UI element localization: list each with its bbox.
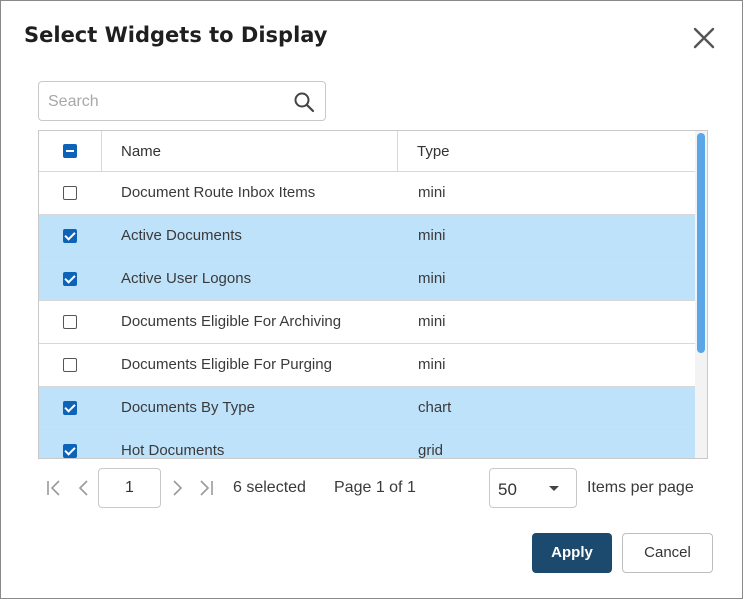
dialog-title: Select Widgets to Display [24, 23, 328, 47]
grid-header: Name Type [39, 131, 695, 172]
row-checkbox[interactable] [63, 272, 77, 286]
row-type: chart [418, 399, 452, 416]
widgets-grid: Name Type Document Route Inbox Items mini… [38, 130, 708, 459]
close-icon[interactable] [691, 25, 717, 51]
row-checkbox[interactable] [63, 315, 77, 329]
table-row[interactable]: Documents Eligible For Archiving mini [39, 301, 695, 344]
row-type: grid [418, 442, 444, 459]
row-type: mini [418, 356, 446, 373]
last-page-icon[interactable] [196, 478, 216, 498]
row-checkbox[interactable] [63, 358, 77, 372]
table-row[interactable]: Documents Eligible For Purging mini [39, 344, 695, 387]
table-row[interactable]: Active User Logons mini [39, 258, 695, 301]
select-all-checkbox[interactable] [63, 144, 77, 158]
first-page-icon[interactable] [44, 478, 64, 498]
row-checkbox[interactable] [63, 229, 77, 243]
page-number-input[interactable] [99, 469, 160, 507]
next-page-icon[interactable] [167, 478, 187, 498]
previous-page-icon[interactable] [74, 478, 94, 498]
selected-count: 6 selected [233, 479, 306, 496]
search-input[interactable] [46, 90, 285, 114]
row-type: mini [418, 313, 446, 330]
search-box [38, 81, 326, 121]
apply-button[interactable]: Apply [532, 533, 612, 573]
row-type: mini [418, 184, 446, 201]
scrollbar-thumb[interactable] [697, 133, 705, 353]
search-icon[interactable] [293, 91, 315, 113]
column-header-type-label: Type [417, 143, 450, 160]
row-name: Hot Documents [121, 442, 225, 459]
row-name: Active Documents [121, 227, 242, 244]
items-per-page-value: 50 [498, 480, 517, 499]
page-number-box [98, 468, 161, 508]
row-checkbox[interactable] [63, 444, 77, 458]
row-type: mini [418, 270, 446, 287]
page-info: Page 1 of 1 [334, 479, 416, 496]
row-checkbox[interactable] [63, 401, 77, 415]
column-header-name-label: Name [121, 143, 162, 160]
items-per-page-label: Items per page [587, 479, 694, 496]
row-checkbox[interactable] [63, 186, 77, 200]
column-header-type[interactable]: Type [398, 131, 695, 171]
row-name: Documents By Type [121, 399, 255, 416]
table-row[interactable]: Hot Documents grid [39, 430, 695, 459]
items-per-page-select[interactable]: 50 [489, 468, 577, 508]
row-name: Documents Eligible For Archiving [121, 313, 342, 330]
table-row[interactable]: Active Documents mini [39, 215, 695, 258]
column-header-name[interactable]: Name [102, 131, 398, 171]
cancel-button[interactable]: Cancel [622, 533, 713, 573]
chevron-down-icon [549, 486, 559, 491]
table-row[interactable]: Documents By Type chart [39, 387, 695, 430]
row-type: mini [418, 227, 446, 244]
row-name: Documents Eligible For Purging [121, 356, 332, 373]
header-select-cell [39, 131, 102, 171]
row-name: Document Route Inbox Items [121, 184, 316, 201]
row-name: Active User Logons [121, 270, 252, 287]
table-row[interactable]: Document Route Inbox Items mini [39, 172, 695, 215]
